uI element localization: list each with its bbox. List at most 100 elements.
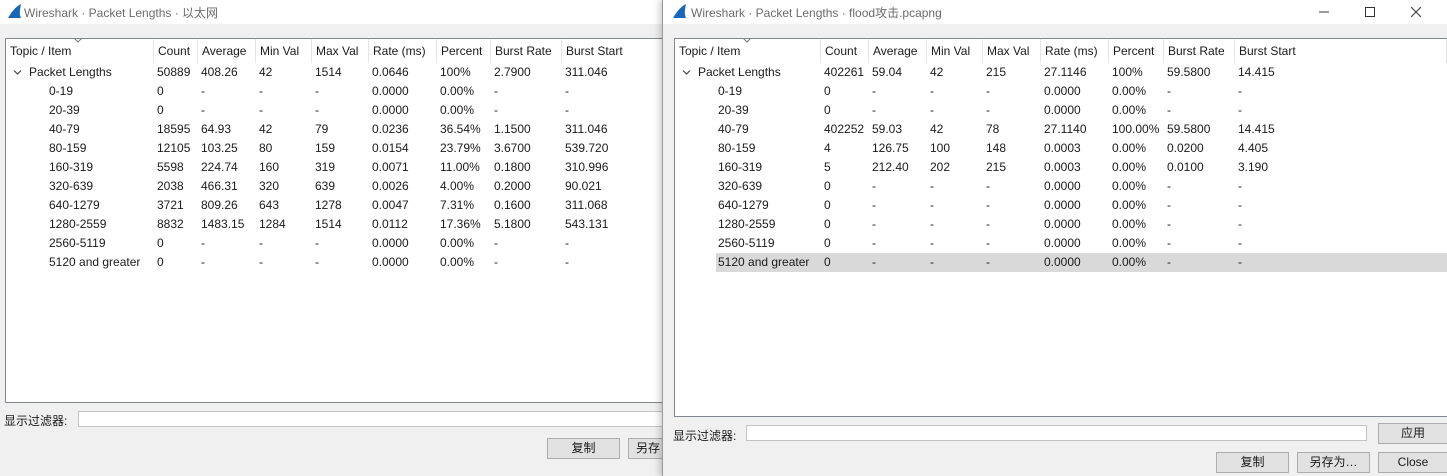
tree-row[interactable]: 80-159 12105 103.25 80 159 0.0154 23.79% 3.6700… [6, 139, 666, 158]
cell-count: 8832 [157, 217, 184, 231]
col-header-topic[interactable]: Topic / Item [6, 39, 154, 63]
col-header-max[interactable]: Max Val [983, 39, 1041, 63]
right-tree-header: Topic / Item Count Average Min Val Max V… [675, 39, 1447, 63]
col-header-rate[interactable]: Rate (ms) [1041, 39, 1109, 63]
tree-row[interactable]: 640-1279 0 - - - 0.0000 0.00% - - [675, 196, 1447, 215]
right-filter-input[interactable] [746, 425, 1367, 441]
cell-average: - [201, 236, 205, 250]
col-header-max[interactable]: Max Val [312, 39, 369, 63]
left-filter-input[interactable] [78, 411, 668, 427]
col-header-average[interactable]: Average [869, 39, 927, 63]
tree-row-root[interactable]: Packet Lengths 402261 59.04 42 215 27.1146 100… [675, 63, 1447, 82]
tree-row[interactable]: 5120 and greater 0 - - - 0.0000 0.00% - - [6, 253, 666, 272]
cell-min-val: - [259, 236, 263, 250]
right-close-button[interactable]: Close [1378, 452, 1447, 473]
tree-row[interactable]: 160-319 5598 224.74 160 319 0.0071 11.00% 0.180… [6, 158, 666, 177]
close-window-button[interactable] [1393, 0, 1439, 24]
right-save-as-button[interactable]: 另存为… [1297, 452, 1370, 473]
right-title-bar[interactable]: Wireshark · Packet Lengths · flood攻击.pca… [663, 0, 1447, 24]
cell-rate: 0.0000 [372, 255, 409, 269]
cell-min-val: - [259, 255, 263, 269]
cell-min-val: - [930, 103, 934, 117]
cell-rate: 0.0000 [372, 236, 409, 250]
cell-count: 2038 [157, 179, 184, 193]
left-stats-tree[interactable]: Topic / Item Count Average Min Val Max V… [5, 38, 667, 403]
cell-min-val: - [930, 217, 934, 231]
cell-percent: 23.79% [440, 141, 481, 155]
cell-percent: 0.00% [1112, 103, 1147, 117]
left-copy-button[interactable]: 复制 [547, 438, 620, 459]
cell-max-val: 1514 [315, 217, 342, 231]
col-header-topic[interactable]: Topic / Item [675, 39, 821, 63]
cell-percent: 100% [1112, 65, 1143, 79]
right-stats-tree[interactable]: Topic / Item Count Average Min Val Max V… [674, 38, 1447, 417]
tree-row[interactable]: 40-79 402252 59.03 42 78 27.1140 100.00% 59.580… [675, 120, 1447, 139]
cell-percent: 11.00% [440, 160, 480, 174]
col-header-rate[interactable]: Rate (ms) [369, 39, 437, 63]
minimize-button[interactable] [1301, 0, 1347, 24]
cell-item: 1280-2559 [49, 217, 107, 231]
tree-row[interactable]: 40-79 18595 64.93 42 79 0.0236 36.54% 1.1500 311… [6, 120, 666, 139]
collapse-arrow-icon[interactable] [13, 68, 22, 77]
tree-row-root[interactable]: Packet Lengths 50889 408.26 42 1514 0.0646 100… [6, 63, 666, 82]
cell-min-val: 42 [930, 122, 944, 136]
tree-row[interactable]: 2560-5119 0 - - - 0.0000 0.00% - - [6, 234, 666, 253]
col-header-percent[interactable]: Percent [437, 39, 491, 63]
cell-burst-rate: - [1167, 236, 1171, 250]
col-header-burst-start[interactable]: Burst Start [1235, 39, 1447, 63]
cell-average: 103.25 [201, 141, 238, 155]
col-header-count[interactable]: Count [154, 39, 198, 63]
left-title-bar[interactable]: Wireshark · Packet Lengths · 以太网 [0, 0, 662, 24]
tree-row[interactable]: 320-639 0 - - - 0.0000 0.00% - - [675, 177, 1447, 196]
cell-item: 640-1279 [49, 198, 100, 212]
cell-burst-start: - [1238, 217, 1242, 231]
apply-button[interactable]: 应用 [1378, 423, 1447, 444]
tree-row[interactable]: 0-19 0 - - - 0.0000 0.00% - - [6, 82, 666, 101]
tree-row[interactable]: 1280-2559 0 - - - 0.0000 0.00% - - [675, 215, 1447, 234]
tree-row[interactable]: 1280-2559 8832 1483.15 1284 1514 0.0112 17.36%… [6, 215, 666, 234]
tree-row[interactable]: 160-319 5 212.40 202 215 0.0003 0.00% 0.0100 3.1… [675, 158, 1447, 177]
tree-row[interactable]: 640-1279 3721 809.26 643 1278 0.0047 7.31% 0.16… [6, 196, 666, 215]
col-header-average[interactable]: Average [198, 39, 256, 63]
right-window-title: Wireshark · Packet Lengths · flood攻击.pca… [691, 6, 942, 20]
cell-percent: 0.00% [440, 255, 475, 269]
collapse-arrow-icon[interactable] [682, 68, 691, 77]
cell-rate: 0.0000 [1044, 103, 1081, 117]
col-header-percent[interactable]: Percent [1109, 39, 1164, 63]
tree-row[interactable]: 320-639 2038 466.31 320 639 0.0026 4.00% 0.2000… [6, 177, 666, 196]
cell-count: 402261 [824, 65, 865, 79]
cell-burst-rate: 59.5800 [1167, 65, 1211, 79]
cell-burst-start: 90.021 [565, 179, 602, 193]
cell-count: 402252 [824, 122, 865, 136]
cell-percent: 0.00% [440, 84, 475, 98]
col-header-burst-rate[interactable]: Burst Rate [1164, 39, 1235, 63]
right-copy-button[interactable]: 复制 [1216, 452, 1289, 473]
cell-max-val: 639 [315, 179, 336, 193]
cell-average: 224.74 [201, 160, 238, 174]
tree-row[interactable]: 20-39 0 - - - 0.0000 0.00% - - [6, 101, 666, 120]
cell-rate: 0.0000 [1044, 198, 1081, 212]
cell-max-val: 79 [315, 122, 329, 136]
cell-item: 1280-2559 [718, 217, 776, 231]
tree-row[interactable]: 20-39 0 - - - 0.0000 0.00% - - [675, 101, 1447, 120]
cell-rate: 0.0000 [1044, 217, 1081, 231]
cell-burst-rate: 0.2000 [494, 179, 531, 193]
col-header-burst-rate[interactable]: Burst Rate [491, 39, 562, 63]
col-header-min[interactable]: Min Val [927, 39, 983, 63]
col-header-min[interactable]: Min Val [256, 39, 312, 63]
maximize-icon [1365, 7, 1375, 17]
tree-row[interactable]: 0-19 0 - - - 0.0000 0.00% - - [675, 82, 1447, 101]
cell-burst-rate: - [494, 84, 498, 98]
cell-min-val: 42 [259, 65, 273, 79]
tree-row[interactable]: 5120 and greater 0 - - - 0.0000 0.00% - - [675, 253, 1447, 272]
cell-count: 5 [824, 160, 831, 174]
maximize-button[interactable] [1347, 0, 1393, 24]
cell-min-val: - [930, 84, 934, 98]
col-header-burst-start[interactable]: Burst Start [562, 39, 666, 63]
tree-row[interactable]: 80-159 4 126.75 100 148 0.0003 0.00% 0.0200 4.40… [675, 139, 1447, 158]
tree-row[interactable]: 2560-5119 0 - - - 0.0000 0.00% - - [675, 234, 1447, 253]
cell-average: 466.31 [201, 179, 238, 193]
col-header-count[interactable]: Count [821, 39, 869, 63]
cell-count: 0 [824, 217, 831, 231]
cell-burst-start: - [1238, 84, 1242, 98]
